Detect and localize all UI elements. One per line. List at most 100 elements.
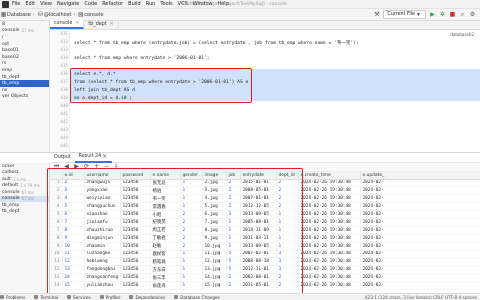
tree-item-console[interactable]: console 57 ms	[0, 28, 49, 35]
table-cell[interactable]: 2024-02-26 19:30:48	[298, 202, 361, 212]
column-header[interactable]: e.update_	[360, 172, 480, 180]
console-icon: ▤	[77, 10, 84, 18]
close-icon[interactable]: ×	[75, 21, 79, 26]
table-cell[interactable]: 2024-02-	[360, 265, 480, 275]
tab-output[interactable]: Output	[50, 153, 75, 163]
table-cell[interactable]: 2024-02-	[360, 218, 480, 227]
tree-item-duration: 67 ms	[21, 196, 34, 202]
table-cell[interactable]: 2024-02-26 19:30:48	[298, 250, 361, 259]
table-cell[interactable]: 2024-02-	[360, 186, 480, 196]
window-title: TestMySql [E:\JavaProject\TestMySql] - c…	[181, 2, 287, 7]
run-configuration-select[interactable]: Current File ▾	[383, 10, 426, 19]
close-icon[interactable]: ×	[110, 22, 114, 27]
tree-item[interactable]: 8	[0, 21, 49, 28]
breadcrumb-localhost[interactable]: @localhost	[44, 12, 71, 18]
tree-item-server-objects[interactable]: ver Objects	[0, 94, 49, 101]
breadcrumb-database[interactable]: Database	[7, 12, 31, 18]
datasource-label[interactable]: database02	[450, 32, 474, 37]
table-cell[interactable]: 2024-02-26 19:30:48	[298, 273, 361, 283]
table-cell[interactable]: 2024-02-26 19:30:48	[298, 234, 361, 243]
table-cell[interactable]: 2024-02-	[360, 210, 480, 219]
table-cell[interactable]: 2024-02-	[360, 242, 480, 251]
menu-navigate[interactable]: Navigate	[57, 1, 79, 7]
table-cell[interactable]: 2024-02-26 19:30:48	[298, 242, 361, 251]
tree-item-duration: 67 ms	[21, 189, 34, 195]
tree-item-label: ost	[2, 41, 10, 47]
tab-dependencies[interactable]: Dependencies	[129, 295, 165, 300]
breadcrumb-console[interactable]: console	[84, 12, 103, 18]
menu-file[interactable]: File	[12, 1, 20, 7]
hammer-icon[interactable]: ⚒	[373, 11, 380, 18]
line-number: 431	[60, 32, 68, 37]
tab-problems[interactable]: Problems	[0, 295, 25, 300]
table-cell[interactable]: 2024-02-26 19:30:48	[298, 226, 361, 235]
debug-icon[interactable]: ✲	[439, 11, 446, 18]
stop-icon[interactable]: ■	[449, 11, 456, 18]
table-cell[interactable]: 2024-02-	[360, 226, 480, 235]
table-cell[interactable]: 2024-02-	[360, 281, 480, 290]
menu-refactor[interactable]: Refactor	[102, 1, 123, 7]
column-header[interactable]: e.create_time	[298, 172, 361, 180]
table-cell[interactable]: 2024-02-	[360, 273, 480, 283]
table-cell[interactable]: 2024-02-26 19:30:48	[298, 218, 361, 227]
menu-code[interactable]: Code	[84, 1, 97, 7]
tree-item-routines[interactable]: ns	[0, 87, 49, 94]
table-cell[interactable]: 2024-02-26 19:30:48	[298, 186, 361, 196]
table-cell[interactable]: 2024-02-26 19:30:48	[298, 257, 361, 267]
tab-console[interactable]: console ×	[50, 20, 85, 29]
table-cell[interactable]: 2024-02-	[360, 257, 480, 267]
tree-item-label: tb_emp	[2, 81, 20, 87]
line-number: 444	[60, 136, 68, 141]
services-item-tb-dept[interactable]: tb_dept	[0, 209, 49, 216]
table-cell[interactable]: 2024-02-26 19:30:48	[298, 210, 361, 219]
menu-build[interactable]: Build	[128, 1, 141, 7]
tree-item-label: base01	[2, 48, 19, 54]
line-number: 438	[60, 88, 68, 93]
tab-profiler[interactable]: Profiler	[99, 294, 121, 300]
table-cell[interactable]: 2024-02-26 19:30:48	[298, 265, 361, 275]
tree-item-database01[interactable]: base01	[0, 47, 49, 54]
table-cell[interactable]: 2024-02-26 19:30:48	[298, 179, 361, 188]
tree-item-label: default	[2, 183, 19, 189]
status-text: 423:1 (124 chars, 3 line breaks) CRLF UT…	[364, 295, 477, 300]
menu-view[interactable]: View	[40, 1, 52, 7]
chevron-down-icon: ▾	[416, 10, 420, 18]
run-icon[interactable]: ▶	[429, 11, 436, 18]
tab-label: Profiler	[105, 294, 121, 300]
sql-editor[interactable]: database02 431 432 433 434 435 436 437 4…	[50, 30, 480, 152]
menu-edit[interactable]: Edit	[25, 1, 35, 7]
tree-item[interactable]: r	[0, 34, 49, 41]
search-icon[interactable]: ⌕	[459, 11, 466, 18]
tab-result[interactable]: Result 24 ×	[74, 153, 113, 163]
tree-item-emp[interactable]: emp	[0, 67, 49, 74]
table-cell[interactable]: 2024-02-	[360, 194, 480, 204]
table-cell[interactable]: 2024-02-	[360, 202, 480, 212]
table-cell[interactable]: 2024-02-	[360, 179, 480, 188]
tree-item-label: tb_emp	[2, 202, 20, 208]
tree-item-tables[interactable]: rs	[0, 61, 49, 68]
breadcrumb: ▦ Database › ⛁ @localhost › ▤ console	[0, 10, 104, 18]
gear-icon[interactable]: ⚙	[469, 11, 476, 18]
tree-item-localhost[interactable]: ost	[0, 41, 49, 48]
close-icon[interactable]: ×	[101, 153, 108, 160]
tab-services[interactable]: Services	[67, 295, 91, 300]
tab-terminal[interactable]: Terminal	[34, 295, 58, 300]
table-cell[interactable]: 2024-02-	[360, 234, 480, 243]
profiler-icon	[99, 295, 104, 299]
tab-database-changes[interactable]: Database Changes	[174, 295, 220, 300]
menu-tools[interactable]: Tools	[160, 1, 172, 7]
tree-item-tb-dept[interactable]: tb_dept	[0, 74, 49, 81]
tab-tb-dept[interactable]: tb_dept ×	[84, 20, 119, 29]
table-cell[interactable]: 2024-02-26 19:30:48	[298, 281, 361, 290]
database-changes-icon	[174, 295, 179, 299]
code-line: select * from tb_emp where (entrydate,jo…	[74, 41, 359, 46]
tree-item-label: 8	[2, 21, 5, 27]
line-number: 432	[60, 40, 68, 45]
tree-item-database02[interactable]: base02	[0, 54, 49, 61]
tree-item-tb-emp[interactable]: tb_emp	[0, 80, 49, 87]
table-cell[interactable]: 2024-02-26 19:30:48	[298, 194, 361, 204]
table-cell[interactable]: 2024-02-	[360, 250, 480, 259]
menu-run[interactable]: Run	[146, 1, 156, 7]
tab-label: Dependencies	[135, 294, 166, 300]
tab-label: tb_dept	[88, 22, 107, 27]
